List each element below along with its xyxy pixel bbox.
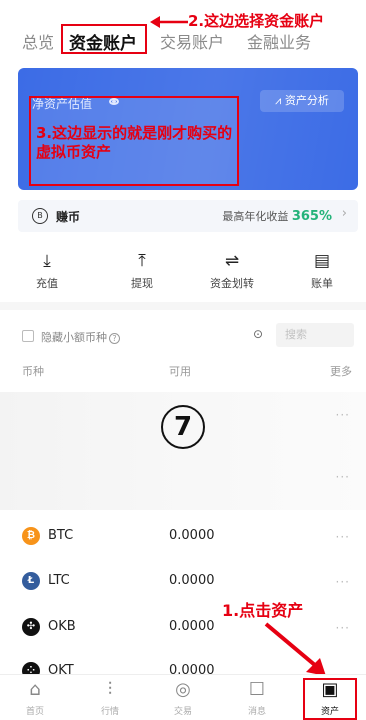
- tab-overview[interactable]: 总览: [22, 29, 54, 53]
- upload-icon: ⤒: [138, 251, 146, 271]
- more-icon[interactable]: ···: [336, 408, 350, 422]
- nav-home-label: 首页: [25, 707, 44, 717]
- hide-small-checkbox[interactable]: [22, 330, 34, 342]
- deposit-label: 充值: [36, 277, 58, 290]
- column-header-more[interactable]: 更多: [330, 363, 352, 379]
- coin-name: BTC: [48, 528, 74, 543]
- hide-small-coins[interactable]: 隐藏小额币种?: [41, 329, 120, 345]
- coin-name: OKT: [48, 663, 74, 674]
- table-row[interactable]: ₿ BTC 0.0000 ···: [0, 515, 366, 559]
- market-icon: ⫶: [107, 679, 113, 700]
- annotation-arrow-left: [150, 16, 188, 28]
- btc-icon: ₿: [22, 527, 40, 545]
- annotation-asset-display: 3.这边显示的就是刚才购买的虚拟币资产: [36, 124, 233, 161]
- nav-messages[interactable]: ☐ 消息: [232, 679, 282, 717]
- ltc-icon: Ł: [22, 572, 40, 590]
- more-icon[interactable]: ···: [336, 530, 350, 544]
- table-row[interactable]: Ł LTC 0.0000 ···: [0, 560, 366, 604]
- chevron-right-icon: ›: [341, 206, 347, 221]
- nav-trade[interactable]: ◎ 交易: [158, 679, 208, 717]
- earn-banner[interactable]: B 赚币 最高年化收益 365% ›: [18, 200, 358, 232]
- withdraw-label: 提现: [131, 277, 153, 290]
- nav-market[interactable]: ⫶ 行情: [85, 679, 135, 717]
- bill-label: 账单: [311, 277, 333, 290]
- nav-market-label: 行情: [100, 707, 119, 717]
- more-icon[interactable]: ···: [336, 575, 350, 589]
- withdraw-button[interactable]: ⤒ 提现: [112, 250, 172, 291]
- annotation-select-account: 2.这边选择资金账户: [188, 12, 325, 30]
- column-header-available: 可用: [169, 365, 191, 378]
- trade-icon: ◎: [175, 679, 191, 700]
- home-icon: ⌂: [29, 679, 41, 700]
- tab-trading-account[interactable]: 交易账户: [160, 29, 224, 53]
- coin-available: 0.0000: [169, 663, 215, 674]
- nav-home[interactable]: ⌂ 首页: [10, 679, 60, 717]
- column-header-coin: 币种: [22, 365, 44, 378]
- more-icon[interactable]: ···: [336, 621, 350, 635]
- earn-apy-value: 365%: [291, 209, 332, 224]
- okt-icon: ⁘: [22, 662, 40, 674]
- annotation-step-number: 7: [161, 405, 205, 449]
- search-icon[interactable]: ⊙: [253, 327, 263, 341]
- nav-messages-label: 消息: [247, 707, 266, 717]
- coin-name: LTC: [48, 573, 70, 588]
- net-asset-card: 净资产估值 ⩘ 资产分析 3.这边显示的就是刚才购买的虚拟币资产: [18, 68, 358, 190]
- deposit-button[interactable]: ⤓ 充值: [17, 250, 77, 291]
- hide-small-label: 隐藏小额币种: [41, 331, 107, 344]
- section-divider: [0, 302, 366, 310]
- coin-name: OKB: [48, 619, 76, 634]
- nav-trade-label: 交易: [173, 707, 192, 717]
- earn-label: 赚币: [56, 210, 81, 224]
- transfer-button[interactable]: ⇌ 资金划转: [202, 250, 262, 291]
- transfer-label: 资金划转: [210, 277, 254, 290]
- coin-available: 0.0000: [169, 573, 215, 588]
- bill-icon: ▤: [313, 251, 331, 271]
- earn-apy: 最高年化收益 365%: [222, 208, 332, 224]
- asset-analysis-label: 资产分析: [284, 94, 329, 107]
- annotation-tap-asset: 1.点击资产: [222, 601, 304, 620]
- annotation-asset-box: 3.这边显示的就是刚才购买的虚拟币资产: [29, 96, 239, 186]
- more-icon[interactable]: ···: [336, 470, 350, 484]
- download-icon: ⤓: [43, 251, 51, 271]
- okb-icon: ✣: [22, 618, 40, 636]
- coin-available: 0.0000: [169, 619, 215, 634]
- coin-available: 0.0000: [169, 528, 215, 543]
- chart-icon: ⩘: [275, 94, 285, 107]
- earn-apy-label: 最高年化收益: [222, 210, 289, 223]
- asset-analysis-button[interactable]: ⩘ 资产分析: [260, 90, 344, 112]
- help-icon[interactable]: ?: [109, 333, 120, 344]
- message-icon: ☐: [248, 679, 266, 700]
- tab-financial-services[interactable]: 金融业务: [247, 29, 311, 53]
- transfer-icon: ⇌: [224, 251, 240, 271]
- annotation-nav-highlight-box: [303, 678, 357, 720]
- annotation-arrow-down-right: [264, 622, 326, 676]
- search-input[interactable]: 搜索: [276, 323, 354, 347]
- bill-button[interactable]: ▤ 账单: [292, 250, 352, 291]
- annotation-tab-highlight-box: [61, 24, 147, 54]
- earn-coin-icon: B: [32, 208, 48, 224]
